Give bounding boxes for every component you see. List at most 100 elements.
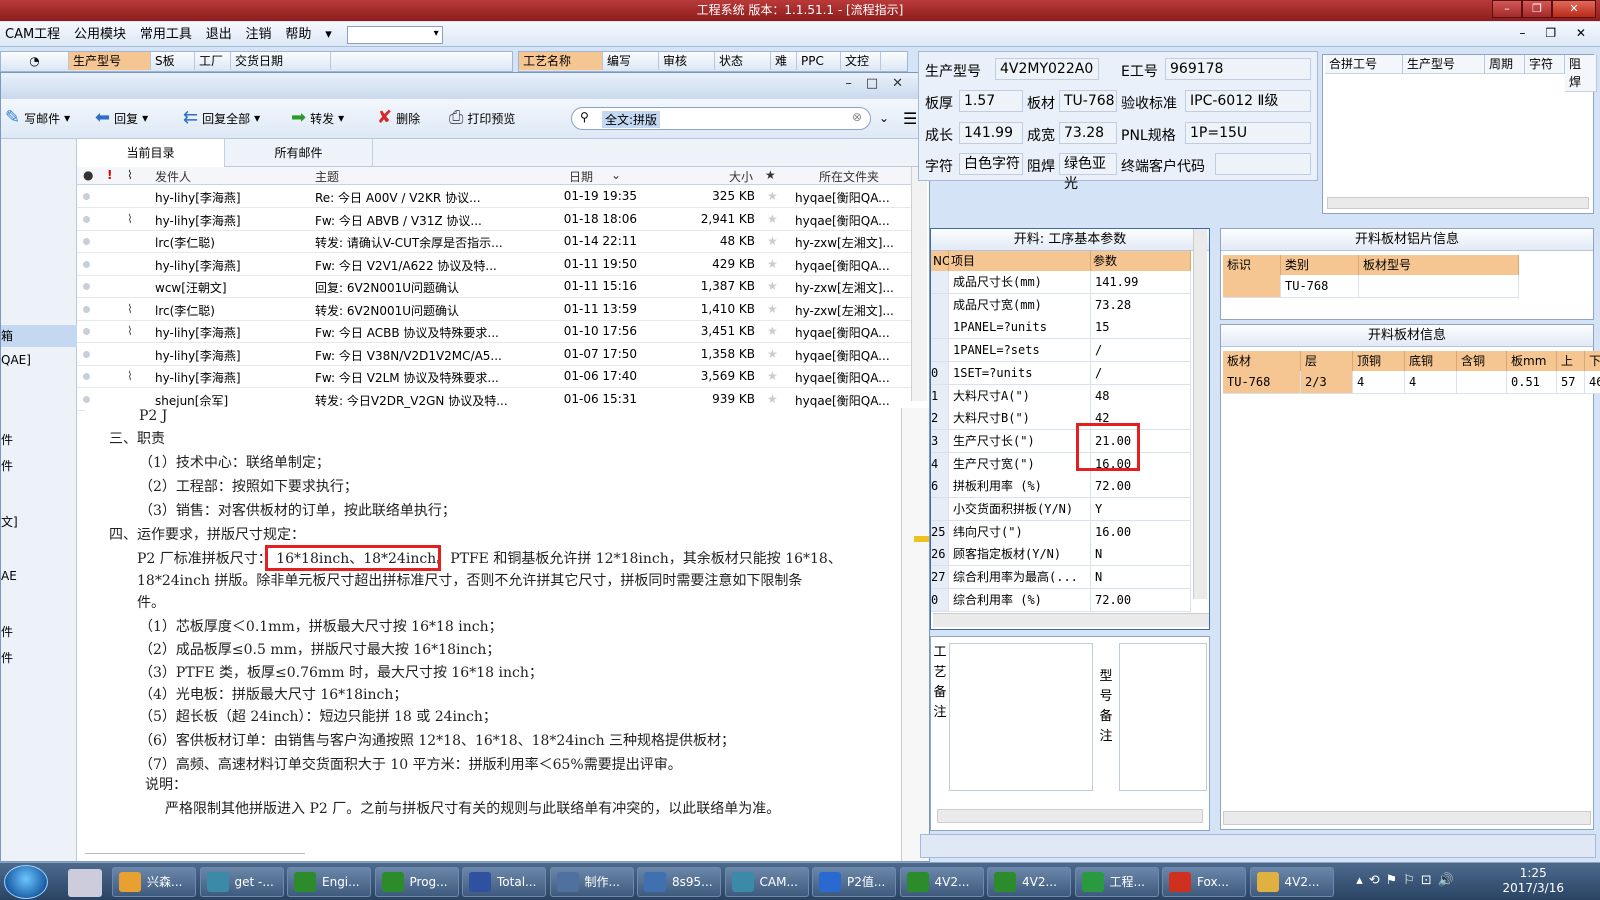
taskbar-item[interactable]: 兴森... bbox=[112, 867, 196, 897]
star-col-icon[interactable]: ★ bbox=[765, 168, 776, 182]
param-no[interactable] bbox=[931, 498, 949, 521]
mail-row[interactable]: wcw[汪朝文] 回复: 6V2N001U问题确认 01-11 15:16 1,387… bbox=[77, 275, 911, 298]
star-icon[interactable]: ★ bbox=[767, 234, 778, 248]
param-item[interactable]: 1PANEL=?sets bbox=[949, 339, 1091, 363]
sheet-col-model[interactable]: 板材型号 bbox=[1359, 255, 1519, 275]
read-col-icon[interactable]: ● bbox=[83, 168, 93, 182]
param-value[interactable]: N bbox=[1091, 543, 1191, 567]
col-doc[interactable]: 文控 bbox=[841, 52, 881, 70]
material-field[interactable]: TU-768 bbox=[1059, 90, 1117, 112]
params-col-header[interactable]: NO bbox=[931, 251, 951, 271]
col-size[interactable]: 大小 bbox=[729, 168, 753, 185]
param-no[interactable] bbox=[931, 339, 949, 363]
param-item[interactable]: 生产尺寸长(") bbox=[949, 429, 1091, 453]
param-no[interactable] bbox=[931, 316, 949, 340]
star-icon[interactable]: ★ bbox=[767, 212, 778, 226]
board-col-header[interactable]: 上 bbox=[1557, 351, 1585, 371]
col-prod[interactable]: 生产型号 bbox=[69, 52, 151, 70]
star-icon[interactable]: ★ bbox=[767, 347, 778, 361]
col-date[interactable]: 日期 bbox=[569, 168, 593, 185]
clear-icon[interactable]: ⊗ bbox=[852, 110, 862, 124]
tray-icons[interactable]: ▴⟲⚑⚐⊡🔊 bbox=[1356, 873, 1460, 888]
mail-row[interactable]: hy-lihy[李海燕] Re: 今日 A00V / V2KR 协议... 01-1… bbox=[77, 185, 911, 208]
board-cell[interactable]: 0.51 bbox=[1507, 371, 1557, 394]
merge-hscroll[interactable] bbox=[1327, 197, 1589, 209]
taskbar-item[interactable]: P2值... bbox=[812, 867, 896, 897]
menu-logout[interactable]: 注销 bbox=[241, 22, 277, 47]
mask-field[interactable]: 绿色亚光 bbox=[1059, 153, 1117, 192]
chevron-down-icon[interactable]: ▾ bbox=[320, 22, 337, 47]
menu-cam[interactable]: CAM工程 bbox=[0, 22, 65, 47]
mail-row[interactable]: hy-lihy[李海燕] Fw: 今日 V38N/V2D1V2MC/A5... 01… bbox=[77, 343, 911, 366]
mail-row[interactable]: hy-lihy[李海燕] Fw: 今日 V2V1/A622 协议及特... 01-1… bbox=[77, 253, 911, 276]
param-item[interactable]: 大料尺寸B(") bbox=[949, 407, 1091, 431]
board-col-header[interactable]: 含铜mm bbox=[1457, 351, 1507, 388]
priority-col-icon[interactable]: ! bbox=[107, 168, 112, 182]
star-icon[interactable]: ★ bbox=[767, 279, 778, 293]
folder-item[interactable]: 箱 bbox=[1, 325, 77, 347]
param-value[interactable]: 141.99 bbox=[1091, 271, 1191, 294]
col-folder[interactable]: 所在文件夹 bbox=[819, 168, 879, 185]
menu-exit[interactable]: 退出 bbox=[201, 22, 237, 47]
params-vscroll[interactable] bbox=[1193, 229, 1207, 599]
param-no[interactable]: 27 bbox=[931, 566, 949, 590]
col-status[interactable]: 状态 bbox=[715, 52, 771, 70]
col-sender[interactable]: 发件人 bbox=[155, 168, 191, 185]
taskbar-item[interactable]: Engi... bbox=[287, 867, 371, 897]
col-s[interactable]: S板 bbox=[151, 52, 195, 70]
mail-list-scrollbar[interactable] bbox=[911, 167, 927, 401]
param-no[interactable]: 3 bbox=[931, 429, 949, 453]
param-item[interactable]: 生产尺寸宽(") bbox=[949, 452, 1091, 476]
star-icon[interactable]: ★ bbox=[767, 324, 778, 338]
std-field[interactable]: IPC-6012 Ⅱ级 bbox=[1185, 90, 1311, 112]
col-diff[interactable]: 难 bbox=[771, 52, 797, 70]
board-cell[interactable]: 46 bbox=[1585, 371, 1600, 394]
delete-button[interactable]: ✘ 删除 bbox=[377, 109, 420, 127]
taskbar-item[interactable]: Fox... bbox=[1162, 867, 1246, 897]
param-value[interactable]: / bbox=[1091, 361, 1191, 385]
col-review[interactable]: 审核 bbox=[659, 52, 715, 70]
close-button[interactable]: ✕ bbox=[1552, 0, 1596, 18]
param-value[interactable]: N bbox=[1091, 566, 1191, 590]
mail-row[interactable]: ⌇ hy-lihy[李海燕] Fw: 今日 ACBB 协议及特殊要求... 01-10… bbox=[77, 320, 911, 343]
board-cell[interactable]: 4 bbox=[1405, 371, 1457, 394]
folder-item[interactable]: 件 bbox=[1, 431, 13, 448]
star-icon[interactable]: ★ bbox=[767, 189, 778, 203]
e-no-field[interactable]: 969178 bbox=[1165, 58, 1311, 80]
process-remark-field[interactable] bbox=[949, 643, 1093, 791]
board-cell[interactable]: TU-768 bbox=[1223, 371, 1301, 394]
param-no[interactable]: 0 bbox=[931, 361, 949, 385]
param-item[interactable]: 小交货面积拼板(Y/N) bbox=[949, 498, 1091, 521]
star-icon[interactable]: ★ bbox=[767, 392, 778, 406]
col-factory[interactable]: 工厂 bbox=[195, 52, 231, 70]
taskbar-item[interactable]: Prog... bbox=[374, 867, 459, 897]
star-icon[interactable]: ★ bbox=[767, 302, 778, 316]
merge-col-header[interactable]: 阻焊 bbox=[1565, 55, 1597, 92]
folder-item[interactable]: AE bbox=[1, 569, 17, 583]
folder-item[interactable]: 件 bbox=[1, 623, 13, 640]
folder-item[interactable]: 文] bbox=[1, 513, 18, 530]
minimize-button[interactable]: – bbox=[1492, 0, 1522, 18]
menu-dropdown[interactable] bbox=[346, 25, 443, 44]
search-input[interactable]: ⚲ 全文:拼版 ⊗ bbox=[571, 107, 871, 130]
board-col-header[interactable]: 板mm bbox=[1507, 351, 1557, 371]
star-icon[interactable]: ★ bbox=[767, 257, 778, 271]
calculator-icon[interactable] bbox=[68, 869, 102, 897]
col-write[interactable]: 编写 bbox=[603, 52, 659, 70]
tab-current[interactable]: 当前目录 bbox=[77, 139, 225, 167]
board-cell[interactable]: 4 bbox=[1353, 371, 1405, 394]
params-col-header[interactable]: 参数 bbox=[1091, 251, 1191, 271]
board-cell[interactable]: 57 bbox=[1557, 371, 1585, 394]
taskbar-item[interactable]: 制作... bbox=[549, 867, 634, 897]
folder-item[interactable]: QAE] bbox=[1, 353, 31, 367]
param-item[interactable]: 1SET=?units bbox=[949, 361, 1091, 385]
param-no[interactable]: 0 bbox=[931, 588, 949, 612]
search-dropdown-icon[interactable]: ⌄ bbox=[879, 111, 889, 125]
param-item[interactable]: 纬向尺寸(") bbox=[949, 520, 1091, 544]
board-col-header[interactable]: 顶铜 bbox=[1353, 351, 1405, 371]
board-col-header[interactable]: 下 bbox=[1585, 351, 1600, 371]
menu-help[interactable]: 帮助 bbox=[280, 22, 316, 47]
merge-col-header[interactable]: 周期 bbox=[1485, 55, 1525, 74]
board-hscroll[interactable] bbox=[1223, 811, 1591, 825]
col-delivery[interactable]: 交货日期 bbox=[231, 52, 331, 70]
